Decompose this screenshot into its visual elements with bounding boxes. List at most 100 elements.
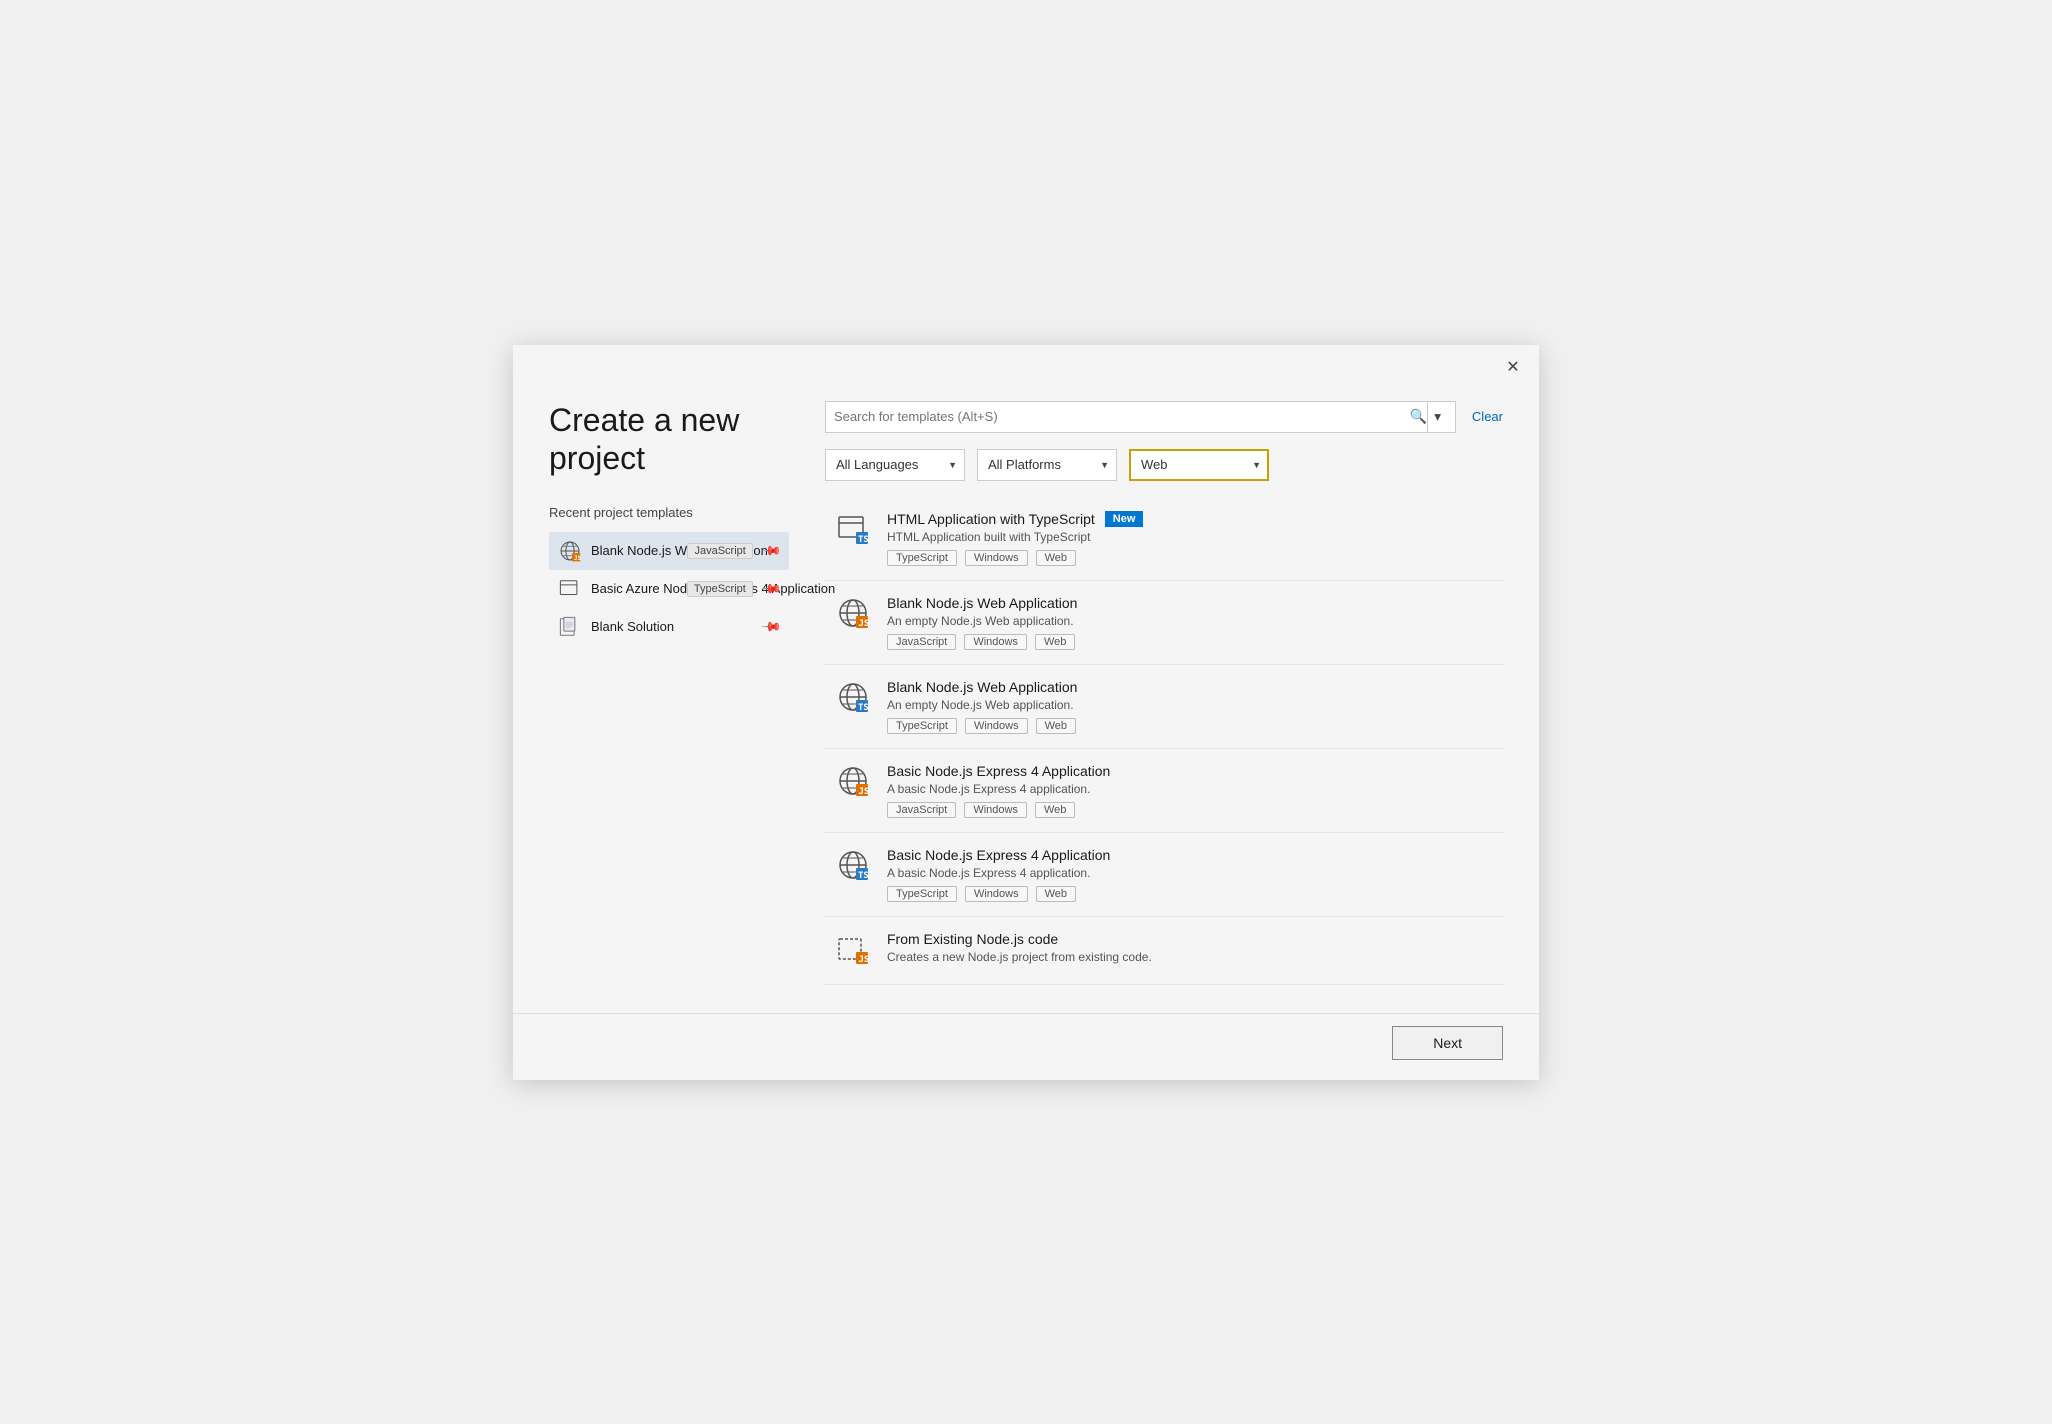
search-input[interactable]	[834, 409, 1410, 424]
page-title: Create a new project	[549, 401, 789, 478]
template-icon: TS	[835, 511, 871, 547]
template-name: From Existing Node.js code	[887, 931, 1058, 947]
search-dropdown-button[interactable]: ▾	[1427, 402, 1447, 432]
template-tags: TypeScript Windows Web	[887, 550, 1493, 566]
template-tag: TypeScript	[887, 718, 957, 734]
template-tags: TypeScript Windows Web	[887, 886, 1493, 902]
recent-item-icon	[559, 578, 581, 600]
filter-row: All LanguagesJavaScriptTypeScript All Pla…	[825, 449, 1503, 481]
template-tag: Web	[1036, 886, 1076, 902]
template-info: Basic Node.js Express 4 Application A ba…	[887, 763, 1493, 818]
recent-item-name: Blank Solution	[591, 619, 674, 634]
template-tags: JavaScript Windows Web	[887, 802, 1493, 818]
svg-text:JS: JS	[859, 955, 870, 965]
filter-wrapper: All Project TypesWebCloudDesktop	[1129, 449, 1269, 481]
search-box: 🔍 ▾	[825, 401, 1456, 433]
create-project-dialog: ✕ Create a new project Recent project te…	[513, 345, 1539, 1080]
template-item[interactable]: JS Basic Node.js Express 4 Application A…	[825, 749, 1503, 833]
recent-item-info: Blank Solution	[591, 618, 753, 636]
template-tag: Web	[1036, 550, 1076, 566]
template-icon: JS	[835, 595, 871, 631]
recent-item-info: Blank Node.js Web Application	[591, 542, 677, 560]
template-item[interactable]: JS From Existing Node.js code Creates a …	[825, 917, 1503, 985]
template-tags: TypeScript Windows Web	[887, 718, 1493, 734]
template-name-row: HTML Application with TypeScript New	[887, 511, 1493, 527]
template-name-row: Blank Node.js Web Application	[887, 595, 1493, 611]
template-item[interactable]: TS Basic Node.js Express 4 Application A…	[825, 833, 1503, 917]
recent-item-icon: JS	[559, 540, 581, 562]
template-desc: HTML Application built with TypeScript	[887, 530, 1493, 544]
template-name: Basic Node.js Express 4 Application	[887, 763, 1110, 779]
next-button[interactable]: Next	[1392, 1026, 1503, 1060]
footer: Next	[513, 1013, 1539, 1080]
recent-item[interactable]: Blank Solution 📌	[549, 608, 789, 646]
template-desc: An empty Node.js Web application.	[887, 614, 1493, 628]
svg-text:TS: TS	[858, 871, 869, 881]
template-name: Basic Node.js Express 4 Application	[887, 847, 1110, 863]
template-desc: An empty Node.js Web application.	[887, 698, 1493, 712]
recent-item-tag: JavaScript	[687, 543, 752, 559]
template-name-row: Basic Node.js Express 4 Application	[887, 763, 1493, 779]
svg-text:TS: TS	[858, 703, 869, 713]
recent-item[interactable]: Basic Azure Node.js Express 4 Applicatio…	[549, 570, 789, 608]
template-tag: JavaScript	[887, 802, 956, 818]
template-tag: Web	[1035, 634, 1075, 650]
template-info: Basic Node.js Express 4 Application A ba…	[887, 847, 1493, 902]
filter-select[interactable]: All PlatformsWindowsWeb	[977, 449, 1117, 481]
recent-list: JS Blank Node.js Web Application JavaScr…	[549, 532, 789, 646]
pin-icon: 📌	[760, 616, 783, 639]
template-tag: Windows	[964, 634, 1027, 650]
recent-item[interactable]: JS Blank Node.js Web Application JavaScr…	[549, 532, 789, 570]
template-tag: Windows	[965, 886, 1028, 902]
template-item[interactable]: TS Blank Node.js Web Application An empt…	[825, 665, 1503, 749]
recent-item-info: Basic Azure Node.js Express 4 Applicatio…	[591, 580, 677, 598]
template-icon: JS	[835, 931, 871, 967]
template-icon: TS	[835, 679, 871, 715]
filter-wrapper: All PlatformsWindowsWeb	[977, 449, 1117, 481]
template-name-row: From Existing Node.js code	[887, 931, 1493, 947]
template-info: Blank Node.js Web Application An empty N…	[887, 595, 1493, 650]
template-name: Blank Node.js Web Application	[887, 679, 1077, 695]
svg-text:JS: JS	[574, 555, 581, 562]
template-tags: JavaScript Windows Web	[887, 634, 1493, 650]
template-tag: Web	[1035, 802, 1075, 818]
main-content: Create a new project Recent project temp…	[513, 381, 1539, 1005]
right-panel: 🔍 ▾ Clear All LanguagesJavaScriptTypeScr…	[825, 401, 1503, 985]
filter-select[interactable]: All Project TypesWebCloudDesktop	[1129, 449, 1269, 481]
title-bar: ✕	[513, 345, 1539, 381]
filter-select[interactable]: All LanguagesJavaScriptTypeScript	[825, 449, 965, 481]
template-desc: A basic Node.js Express 4 application.	[887, 782, 1493, 796]
template-tag: Windows	[964, 802, 1027, 818]
template-icon: TS	[835, 847, 871, 883]
clear-link[interactable]: Clear	[1472, 409, 1503, 424]
template-name: Blank Node.js Web Application	[887, 595, 1077, 611]
left-panel: Create a new project Recent project temp…	[549, 401, 789, 985]
template-desc: Creates a new Node.js project from exist…	[887, 950, 1493, 964]
template-tag: Windows	[965, 718, 1028, 734]
template-item[interactable]: JS Blank Node.js Web Application An empt…	[825, 581, 1503, 665]
search-icon: 🔍	[1410, 408, 1427, 425]
template-name-row: Basic Node.js Express 4 Application	[887, 847, 1493, 863]
close-button[interactable]: ✕	[1499, 353, 1527, 381]
template-tag: Web	[1036, 718, 1076, 734]
template-tag: TypeScript	[887, 886, 957, 902]
template-tag: JavaScript	[887, 634, 956, 650]
svg-text:JS: JS	[859, 787, 870, 797]
recent-item-tag: TypeScript	[687, 581, 753, 597]
new-badge: New	[1105, 511, 1144, 527]
filter-wrapper: All LanguagesJavaScriptTypeScript	[825, 449, 965, 481]
svg-text:JS: JS	[859, 619, 870, 629]
recent-label: Recent project templates	[549, 505, 789, 520]
template-tag: TypeScript	[887, 550, 957, 566]
template-name: HTML Application with TypeScript	[887, 511, 1095, 527]
template-list: TS HTML Application with TypeScript New …	[825, 497, 1503, 985]
search-row: 🔍 ▾ Clear	[825, 401, 1503, 433]
template-icon: JS	[835, 763, 871, 799]
template-item[interactable]: TS HTML Application with TypeScript New …	[825, 497, 1503, 581]
template-tag: Windows	[965, 550, 1028, 566]
template-info: HTML Application with TypeScript New HTM…	[887, 511, 1493, 566]
recent-item-icon	[559, 616, 581, 638]
template-info: From Existing Node.js code Creates a new…	[887, 931, 1493, 970]
svg-text:TS: TS	[858, 535, 869, 545]
template-info: Blank Node.js Web Application An empty N…	[887, 679, 1493, 734]
